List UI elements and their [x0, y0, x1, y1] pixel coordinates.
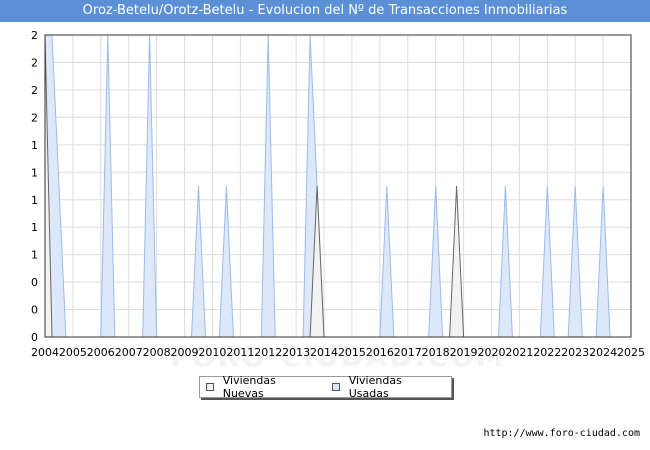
x-tick-label: 2006: [87, 346, 115, 359]
legend-swatch-nuevas: [206, 383, 214, 391]
legend-item-nuevas: Viviendas Nuevas: [206, 374, 316, 400]
x-tick-label: 2014: [310, 346, 338, 359]
y-axis-ticks: 0 0 0 1 1 1 1 1 2 2 2 2: [31, 29, 38, 344]
series-area-usadas: [45, 35, 631, 337]
x-tick-label: 2022: [533, 346, 561, 359]
legend-swatch-usadas: [331, 383, 340, 391]
legend-label-nuevas: Viviendas Nuevas: [222, 374, 276, 400]
x-tick-label: 2012: [254, 346, 282, 359]
x-tick-label: 2024: [589, 346, 617, 359]
x-tick-label: 2010: [198, 346, 226, 359]
x-tick-label: 2025: [617, 346, 645, 359]
x-tick-label: 2013: [282, 346, 310, 359]
y-tick-label: 0: [31, 276, 38, 289]
y-tick-label: 0: [31, 304, 38, 317]
x-tick-label: 2019: [450, 346, 478, 359]
y-tick-label: 2: [31, 57, 38, 70]
y-tick-label: 1: [31, 249, 38, 262]
source-url: http://www.foro-ciudad.com: [483, 428, 640, 439]
x-tick-label: 2020: [477, 346, 505, 359]
x-tick-label: 2023: [561, 346, 589, 359]
x-axis-ticks: 2004 2005 2006 2007 2008 2009 2010 2011 2012 2013…: [31, 346, 645, 359]
y-tick-label: 1: [31, 139, 38, 152]
y-tick-label: 2: [31, 29, 38, 42]
y-tick-label: 1: [31, 221, 38, 234]
legend: Viviendas Nuevas Viviendas Usadas: [199, 374, 452, 400]
legend-label-usadas: Viviendas Usadas: [348, 374, 402, 400]
y-tick-label: 2: [31, 111, 38, 124]
legend-item-usadas: Viviendas Usadas: [331, 374, 441, 400]
y-tick-label: 0: [31, 331, 38, 344]
series-areas: [44, 34, 631, 338]
x-tick-label: 2005: [59, 346, 87, 359]
x-tick-label: 2011: [226, 346, 254, 359]
x-tick-label: 2008: [143, 346, 171, 359]
x-tick-label: 2007: [115, 346, 143, 359]
x-tick-label: 2009: [171, 346, 199, 359]
y-tick-label: 1: [31, 166, 38, 179]
y-tick-label: 1: [31, 194, 38, 207]
x-tick-label: 2017: [394, 346, 422, 359]
x-tick-label: 2018: [422, 346, 450, 359]
x-tick-label: 2004: [31, 346, 59, 359]
y-tick-label: 2: [31, 84, 38, 97]
x-tick-label: 2015: [338, 346, 366, 359]
x-tick-label: 2021: [505, 346, 533, 359]
x-tick-label: 2016: [366, 346, 394, 359]
